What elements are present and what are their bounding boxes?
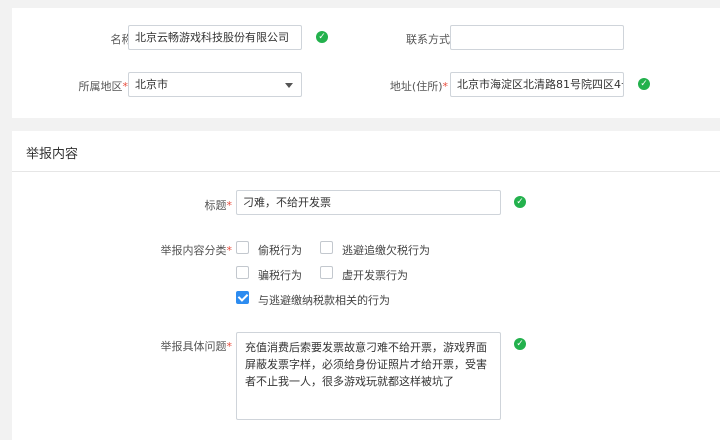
section-title: 举报内容 (26, 147, 79, 162)
required-mark: * (442, 80, 449, 93)
detail-label-text: 举报具体问题 (160, 340, 227, 353)
region-label: 所属地区* (68, 78, 129, 94)
report-content-card: 举报内容 标题* 刁难，不给开发票 ✓ 举报内容分类* 偷税行为 逃避追缴欠税行… (12, 131, 720, 440)
category-label-text: 举报内容分类 (160, 244, 227, 257)
checkbox-tax-fraud-label: 骗税行为 (258, 269, 302, 282)
address-input[interactable]: 北京市海淀区北清路81号院四区4号 (450, 72, 624, 97)
check-circle-icon: ✓ (514, 196, 526, 208)
checkbox-tax-fraud[interactable] (236, 266, 249, 279)
check-circle-icon: ✓ (514, 338, 526, 350)
checkbox-tax-evasion-label: 偷税行为 (258, 244, 302, 257)
category-label: 举报内容分类* (148, 242, 233, 258)
checkbox-evade-arrears[interactable] (320, 241, 333, 254)
name-input[interactable]: 北京云畅游戏科技股份有限公司 (128, 25, 302, 50)
contact-label: 联系方式 (406, 33, 450, 46)
check-circle-icon: ✓ (316, 31, 328, 43)
section-divider (12, 171, 720, 172)
region-select-value: 北京市 (135, 78, 168, 91)
checkbox-false-invoice[interactable] (320, 266, 333, 279)
checkbox-related-behavior-label: 与逃避缴纳税款相关的行为 (258, 294, 390, 307)
required-mark: * (226, 199, 233, 212)
address-label: 地址(住所)* (372, 78, 448, 94)
caret-down-icon[interactable] (285, 83, 293, 88)
check-circle-icon: ✓ (638, 78, 650, 90)
checkbox-tax-evasion[interactable] (236, 241, 249, 254)
region-label-text: 所属地区 (78, 80, 123, 93)
checkbox-false-invoice-label: 虚开发票行为 (342, 269, 408, 282)
company-info-card: 名称* 北京云畅游戏科技股份有限公司 ✓ 联系方式 所属地区* 北京市 地址(住… (12, 8, 720, 118)
checkbox-evade-arrears-label: 逃避追缴欠税行为 (342, 244, 430, 257)
title-label-text: 标题 (204, 199, 227, 212)
title-input[interactable]: 刁难，不给开发票 (236, 190, 501, 215)
required-mark: * (226, 244, 233, 257)
detail-textarea[interactable]: 充值消费后索要发票故意刁难不给开票，游戏界面屏蔽发票字样，必须给身份证照片才给开… (236, 332, 501, 420)
address-label-text: 地址(住所) (389, 80, 443, 93)
checkbox-related-behavior[interactable] (236, 291, 249, 304)
title-label: 标题* (182, 197, 233, 213)
detail-label: 举报具体问题* (148, 338, 233, 354)
contact-input[interactable] (450, 25, 624, 50)
region-select[interactable]: 北京市 (128, 72, 302, 97)
required-mark: * (226, 340, 233, 353)
